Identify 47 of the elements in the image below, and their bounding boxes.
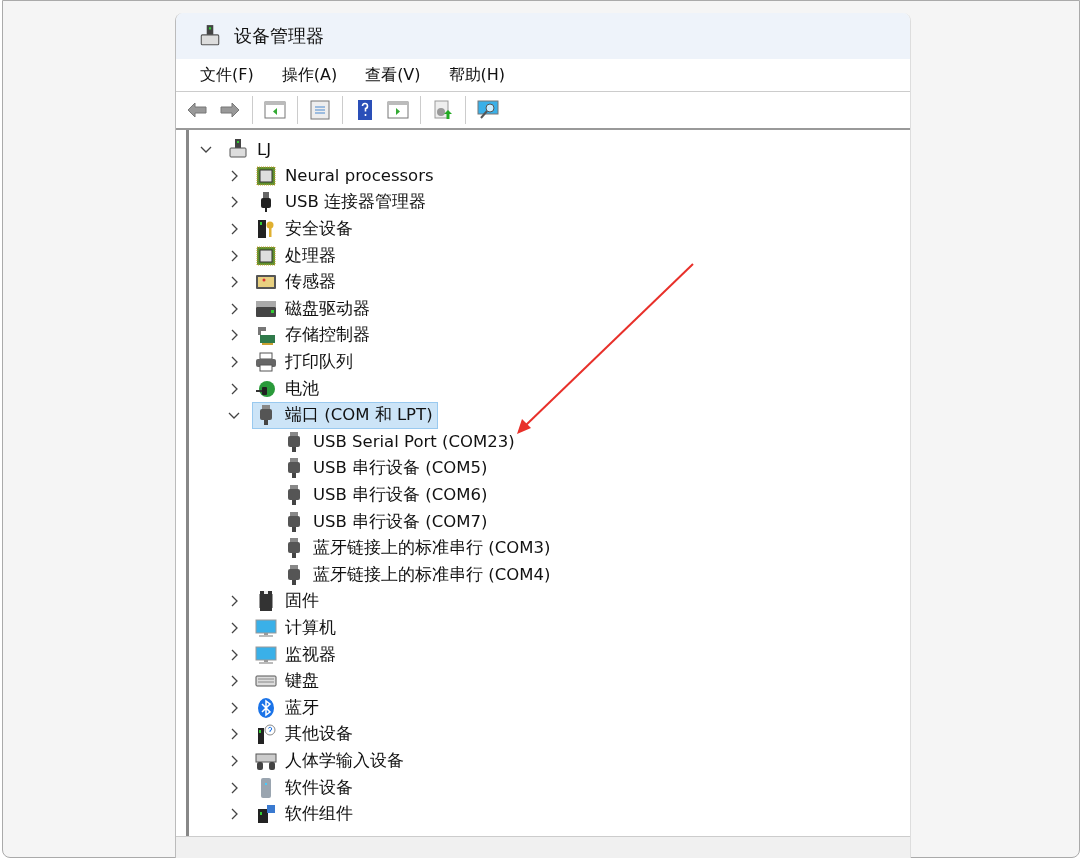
tree-item[interactable]: 计算机 [252,614,341,642]
tree-item[interactable]: USB 连接器管理器 [252,189,432,216]
tree-item[interactable]: 电池 [252,375,324,403]
chip-icon [255,244,277,267]
tree-item[interactable]: 人体学输入设备 [252,747,409,775]
menu-item[interactable]: 查看(V) [357,62,429,88]
tree-item[interactable]: 键盘 [252,667,324,695]
update-driver-icon [432,99,454,121]
tree-item[interactable]: USB 串行设备 (COM7) [280,508,493,536]
storage-controller-icon [255,324,277,347]
action-pane-icon [387,99,409,121]
menu-item[interactable]: 帮助(H) [440,62,514,88]
tree-item[interactable]: 端口 (COM 和 LPT) [252,401,438,429]
menu-item[interactable]: 操作(A) [273,62,346,88]
tree-item[interactable]: USB 串行设备 (COM6) [280,481,493,509]
tree-item[interactable]: 处理器 [252,242,341,270]
console-tree-icon [264,99,286,121]
tree-item[interactable]: 蓝牙 [252,694,324,722]
properties-icon [309,99,331,121]
tree-item[interactable]: 固件 [252,587,324,615]
tree-item[interactable]: 打印队列 [252,348,358,376]
computer-icon [227,138,249,161]
bluetooth-icon [255,696,277,719]
tree-item[interactable]: 蓝牙链接上的标准串行 (COM3) [280,534,556,562]
window-title: 设备管理器 [234,24,324,48]
tree-item[interactable]: Neural processors [252,162,439,190]
tree-item[interactable]: USB Serial Port (COM23) [280,428,520,456]
tree-item[interactable]: 安全设备 [252,215,358,243]
menu-item[interactable]: 文件(F) [192,62,262,88]
tree-item[interactable]: USB 串行设备 (COM5) [280,454,493,482]
monitor-icon [255,643,277,666]
printer-icon [255,351,277,374]
tree-item[interactable]: 存储控制器 [252,321,375,349]
tree-item[interactable]: 磁盘驱动器 [252,295,375,323]
monitor-icon [255,617,277,639]
tree-item[interactable]: LJ [224,135,277,163]
tree-item[interactable]: 监视器 [252,641,341,669]
scan-hardware-icon [477,99,499,121]
software-component-icon [255,803,277,826]
tree-item[interactable]: 蓝牙链接上的标准串行 (COM4) [280,561,556,589]
unknown-device-icon [255,723,277,746]
tree-item[interactable]: 其他设备 [252,720,358,748]
tree-item[interactable]: 软件设备 [252,774,358,802]
chip-icon [255,164,277,187]
device-manager-icon [198,24,222,48]
tree-item[interactable]: 传感器 [252,268,341,296]
tree-item[interactable]: 软件组件 [252,800,358,828]
